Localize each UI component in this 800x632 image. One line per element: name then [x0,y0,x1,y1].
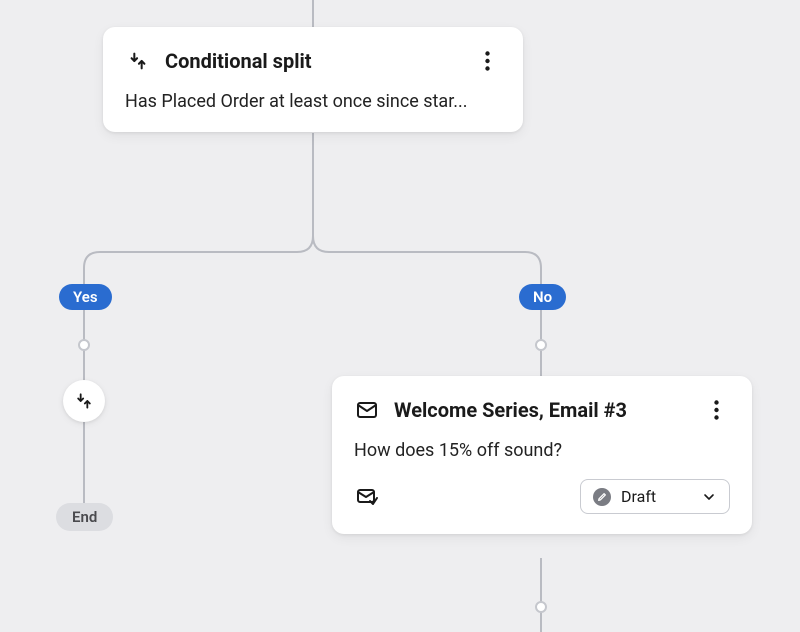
smart-send-icon[interactable] [354,484,380,510]
more-vertical-icon [714,400,719,420]
pencil-circle-icon [593,488,611,506]
connector-port [78,339,90,351]
split-card-description: Has Placed Order at least once since sta… [125,91,501,112]
branch-pill-no: No [519,284,566,310]
conditional-split-card[interactable]: Conditional split Has Placed Order at le… [103,27,523,132]
mini-split-node[interactable] [63,380,105,422]
end-pill: End [56,503,113,531]
split-icon [125,48,151,74]
split-icon [74,391,94,411]
email-card[interactable]: Welcome Series, Email #3 How does 15% of… [332,376,752,534]
email-card-subject: How does 15% off sound? [354,440,730,461]
mail-icon [354,397,380,423]
split-card-more-button[interactable] [473,47,501,75]
status-label: Draft [621,487,691,506]
connector-port [535,601,547,613]
status-select[interactable]: Draft [580,479,730,514]
connector-port [535,339,547,351]
more-vertical-icon [485,51,490,71]
email-card-more-button[interactable] [702,396,730,424]
email-card-title: Welcome Series, Email #3 [394,398,688,422]
chevron-down-icon [701,489,717,505]
split-card-title: Conditional split [165,49,459,73]
branch-pill-yes: Yes [59,284,112,310]
